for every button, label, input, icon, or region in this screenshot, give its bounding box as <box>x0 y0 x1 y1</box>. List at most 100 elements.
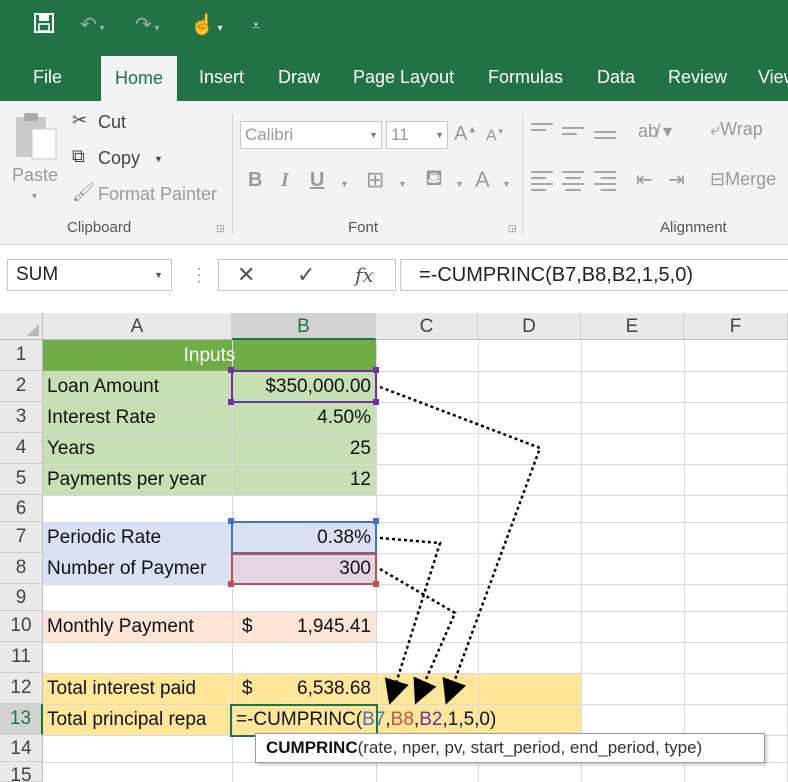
align-bottom-icon[interactable] <box>594 131 616 143</box>
tab-home[interactable]: Home <box>101 56 178 101</box>
wrap-text-button[interactable]: ⤶Wrap <box>710 119 763 140</box>
row-header-5[interactable]: 5 <box>0 464 43 495</box>
tooltip-function-name[interactable]: CUMPRINC <box>266 738 358 757</box>
chevron-down-icon[interactable]: ▼ <box>455 179 464 189</box>
copy-icon: ⧉ <box>72 146 85 166</box>
resize-handle[interactable] <box>373 399 379 405</box>
underline-button[interactable]: U <box>310 169 324 192</box>
cell-a2[interactable]: Loan Amount <box>43 371 232 402</box>
tab-draw[interactable]: Draw <box>264 52 334 101</box>
cell-b12[interactable]: 6,538.68 <box>262 673 376 704</box>
tab-insert[interactable]: Insert <box>185 52 258 101</box>
italic-button[interactable]: I <box>281 169 289 192</box>
chevron-down-icon[interactable]: ▼ <box>502 179 511 189</box>
tab-data[interactable]: Data <box>583 52 649 101</box>
decrease-indent-icon[interactable]: ⇤ <box>636 167 653 192</box>
cut-button[interactable]: ✂ Cut <box>70 110 170 136</box>
dialog-launcher-icon[interactable]: ◲ <box>508 223 517 234</box>
row-header-14[interactable]: 14 <box>0 735 43 762</box>
paste-button[interactable]: Paste ▼ <box>10 111 60 211</box>
insert-function-icon[interactable]: fx <box>355 263 374 287</box>
resize-handle[interactable] <box>228 518 234 524</box>
align-middle-icon[interactable] <box>562 127 584 139</box>
touch-mode-icon[interactable]: ☝ ▾ <box>190 12 223 38</box>
cell-a4[interactable]: Years <box>43 433 232 464</box>
cell-b3[interactable]: 4.50% <box>232 402 376 433</box>
name-box[interactable]: SUM ▼ <box>7 259 172 291</box>
undo-icon[interactable]: ↶ ▾ <box>80 12 105 38</box>
resize-handle[interactable] <box>373 581 379 587</box>
column-header-d[interactable]: D <box>478 313 581 340</box>
tab-page-layout[interactable]: Page Layout <box>339 52 468 101</box>
align-center-icon[interactable] <box>562 171 584 195</box>
row-header-9[interactable]: 9 <box>0 584 43 611</box>
alignment-group-label: Alignment <box>660 219 727 236</box>
resize-handle[interactable] <box>228 367 234 373</box>
fill-color-icon[interactable]: ⛾ <box>425 165 443 194</box>
tab-review[interactable]: Review <box>654 52 741 101</box>
customize-qat-icon[interactable]: ⩡ <box>252 12 260 38</box>
cell-a12[interactable]: Total interest paid <box>43 673 232 704</box>
select-all-button[interactable] <box>0 313 43 340</box>
column-header-f[interactable]: F <box>684 313 788 340</box>
column-header-b[interactable]: B <box>232 313 376 340</box>
tab-formulas[interactable]: Formulas <box>474 52 577 101</box>
row-header-15[interactable]: 15 <box>0 762 43 782</box>
row-header-6[interactable]: 6 <box>0 495 43 522</box>
cell-b10[interactable]: 1,945.41 <box>262 611 376 642</box>
cell-a8[interactable]: Number of Paymer <box>43 553 232 584</box>
borders-icon[interactable]: ⊞ <box>366 167 384 193</box>
format-painter-button[interactable]: 🖌 Format Painter <box>70 182 230 208</box>
save-icon[interactable] <box>33 12 55 38</box>
font-color-icon[interactable]: A <box>475 167 490 193</box>
increase-font-size-icon[interactable]: A▲ <box>454 123 477 146</box>
dialog-launcher-icon[interactable]: ◲ <box>216 223 225 234</box>
font-name-select[interactable]: Calibri ▼ <box>240 121 382 149</box>
align-right-icon[interactable] <box>594 171 616 195</box>
cell-a13[interactable]: Total principal repa <box>43 704 232 735</box>
formula-input[interactable]: =-CUMPRINC(B7,B8,B2,1,5,0) <box>400 259 788 291</box>
column-header-a[interactable]: A <box>43 313 232 340</box>
column-header-e[interactable]: E <box>581 313 684 340</box>
cell-a3[interactable]: Interest Rate <box>43 402 232 433</box>
cell-a5[interactable]: Payments per year <box>43 464 232 495</box>
align-top-icon[interactable] <box>531 123 553 135</box>
cell-a7[interactable]: Periodic Rate <box>43 522 232 553</box>
row-header-11[interactable]: 11 <box>0 642 43 673</box>
row-header-3[interactable]: 3 <box>0 402 43 433</box>
tab-view[interactable]: View <box>744 52 788 101</box>
align-left-icon[interactable] <box>531 171 553 195</box>
redo-icon[interactable]: ↷ ▾ <box>135 12 160 38</box>
row-header-12[interactable]: 12 <box>0 673 43 704</box>
merge-icon: ⊟ <box>710 169 726 189</box>
cell-b4[interactable]: 25 <box>232 433 376 464</box>
cell-a10[interactable]: Monthly Payment <box>43 611 232 642</box>
font-size-select[interactable]: 11 ▼ <box>386 121 448 149</box>
column-header-c[interactable]: C <box>376 313 478 340</box>
cell-b5[interactable]: 12 <box>232 464 376 495</box>
chevron-down-icon[interactable]: ▼ <box>340 179 349 189</box>
row-header-10[interactable]: 10 <box>0 611 43 642</box>
row-header-1[interactable]: 1 <box>0 340 43 371</box>
cell-a1[interactable]: Inputs <box>43 340 376 371</box>
bold-button[interactable]: B <box>248 169 262 192</box>
resize-handle[interactable] <box>228 581 234 587</box>
orientation-icon[interactable]: ab̸ ▾ <box>638 121 672 142</box>
enter-check-icon[interactable]: ✓ <box>297 262 315 288</box>
row-header-2[interactable]: 2 <box>0 371 43 402</box>
row-header-7[interactable]: 7 <box>0 522 43 553</box>
row-header-4[interactable]: 4 <box>0 433 43 464</box>
resize-handle[interactable] <box>373 518 379 524</box>
row-header-13[interactable]: 13 <box>0 704 43 735</box>
resize-handle[interactable] <box>373 367 379 373</box>
chevron-down-icon[interactable]: ▼ <box>398 179 407 189</box>
merge-center-button[interactable]: ⊟Merge <box>710 169 776 190</box>
resize-handle[interactable] <box>228 399 234 405</box>
increase-indent-icon[interactable]: ⇥ <box>668 167 685 192</box>
decrease-font-size-icon[interactable]: A▼ <box>486 127 505 145</box>
chevron-down-icon[interactable]: ▼ <box>154 260 163 290</box>
copy-button[interactable]: ⧉ Copy ▼ <box>70 146 180 172</box>
cancel-icon[interactable]: ✕ <box>237 262 255 288</box>
tab-file[interactable]: File <box>19 52 76 101</box>
row-header-8[interactable]: 8 <box>0 553 43 584</box>
